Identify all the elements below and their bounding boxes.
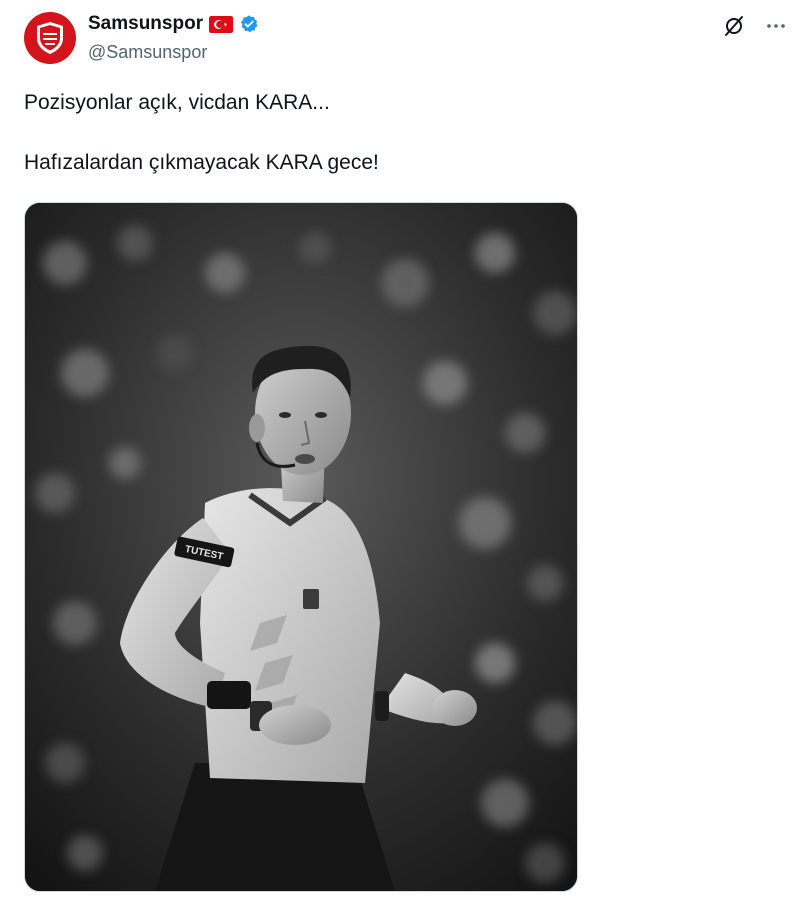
tweet-card: Samsunspor @Samsunspor Pozisyonlar açık,… [0,0,800,907]
tweet-photo[interactable]: TUTEST [24,202,578,892]
tweet-top-actions [722,14,788,38]
club-crest-icon [37,22,63,54]
grok-icon[interactable] [722,14,746,38]
tweet-text-line-1: Pozisyonlar açık, vicdan KARA... [24,91,330,114]
display-name[interactable]: Samsunspor [88,13,203,35]
tweet-text: Pozisyonlar açık, vicdan KARA... Hafızal… [24,88,764,178]
turkey-flag-icon [209,15,234,33]
verified-badge-icon[interactable] [239,14,259,34]
referee-photo: TUTEST [25,203,577,891]
tweet-text-line-2: Hafızalardan çıkmayacak KARA gece! [24,151,379,174]
account-handle[interactable]: @Samsunspor [88,42,207,63]
profile-avatar[interactable] [24,12,76,64]
more-horizontal-icon[interactable] [764,14,788,38]
account-name-row: Samsunspor [88,12,259,36]
